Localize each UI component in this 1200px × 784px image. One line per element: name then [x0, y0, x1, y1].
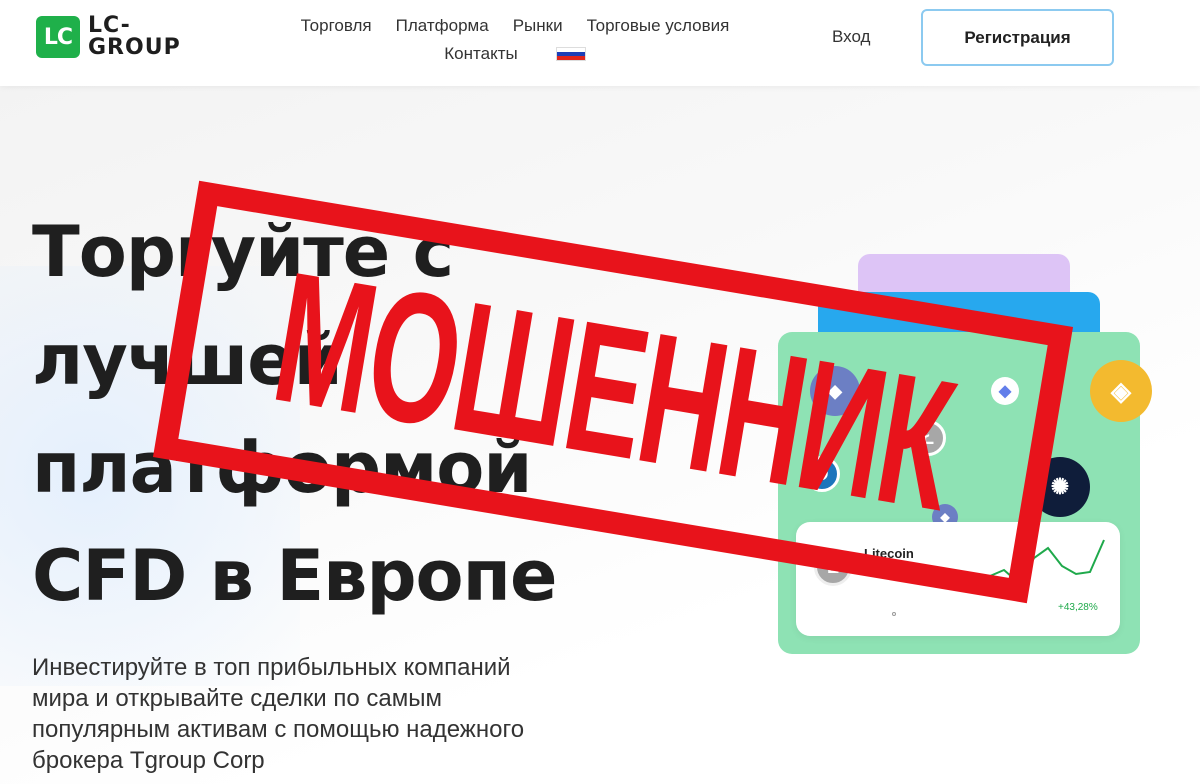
- binance-coin-icon: ◈: [1090, 360, 1152, 422]
- nav-item-platform[interactable]: Платформа: [396, 16, 489, 36]
- coin-change: +43,28%: [1058, 602, 1098, 613]
- nav-item-trading-conditions[interactable]: Торговые условия: [587, 16, 730, 36]
- hero-title-line: CFD в Европе: [32, 535, 557, 617]
- nav-item-trading[interactable]: Торговля: [301, 16, 372, 36]
- login-link[interactable]: Вход: [832, 27, 870, 47]
- logo[interactable]: LC LC-GROUP: [36, 15, 188, 59]
- main-nav: Торговля Платформа Рынки Торговые услови…: [270, 12, 760, 68]
- site-header: LC LC-GROUP Торговля Платформа Рынки Тор…: [0, 0, 1200, 86]
- logo-mark: LC: [36, 16, 80, 58]
- logo-text: LC-GROUP: [88, 13, 181, 60]
- nav-item-contacts[interactable]: Контакты: [444, 44, 517, 64]
- ru-flag-icon[interactable]: [555, 47, 586, 61]
- nav-item-markets[interactable]: Рынки: [513, 16, 563, 36]
- pagination-dot: [892, 612, 896, 616]
- register-button[interactable]: Регистрация: [921, 9, 1114, 66]
- hero-subtitle: Инвестируйте в топ прибыльных компаний м…: [32, 654, 525, 774]
